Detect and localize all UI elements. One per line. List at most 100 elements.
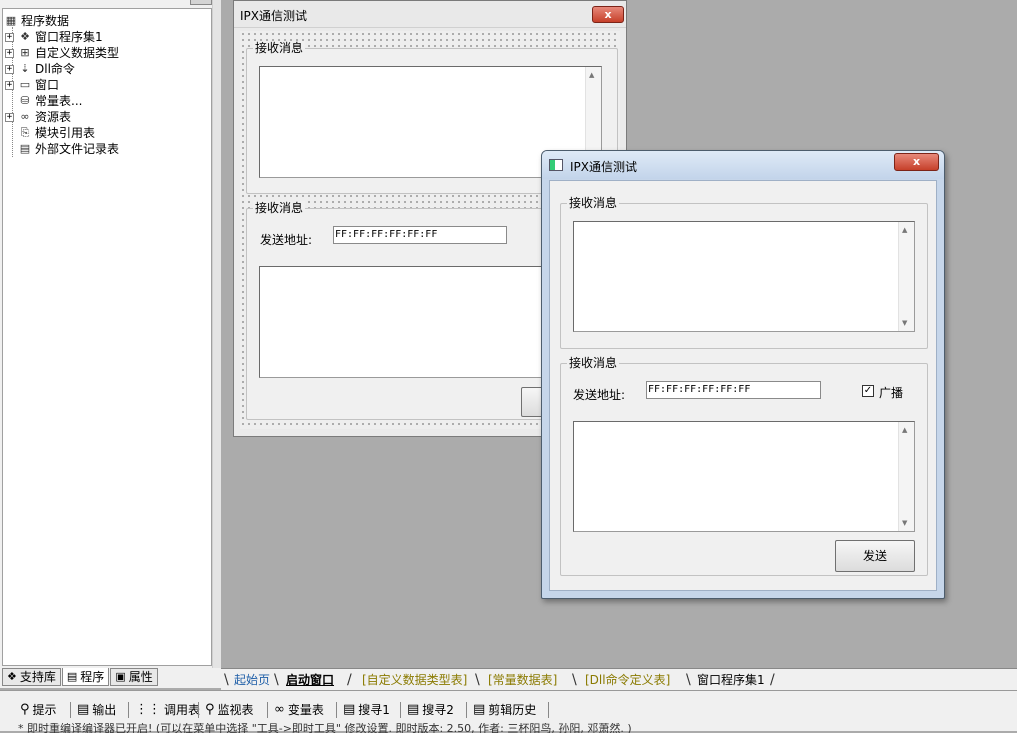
ipx-test-window[interactable]: IPX通信测试 x 接收消息 ▲ ▼ 接收消息 发送地址: FF:FF:FF:F… — [541, 150, 945, 599]
broadcast-checkbox[interactable]: ✓ — [862, 385, 874, 397]
button-label: 搜寻1 — [358, 703, 390, 717]
design-title: IPX通信测试 — [240, 9, 307, 23]
scroll-up-icon[interactable]: ▲ — [902, 226, 907, 234]
scroll-down-icon[interactable]: ▼ — [902, 519, 907, 527]
toolbar-separator — [198, 702, 199, 718]
scrollbar[interactable]: ▲ ▼ — [898, 222, 914, 331]
tab-separator: / — [347, 672, 352, 688]
tab-separator: \ — [686, 672, 691, 688]
panel-scrollbar[interactable] — [212, 0, 221, 668]
expand-icon[interactable]: + — [5, 48, 14, 58]
status-message: * 即时重编译编译器已开启! (可以在菜单中选择 "工具->即时工具" 修改设置… — [18, 723, 632, 733]
toolbar-separator — [466, 702, 467, 718]
send-group-label: 接收消息 — [567, 356, 620, 370]
receive-textarea[interactable]: ▲ ▼ — [573, 221, 915, 332]
tab-separator: \ — [572, 672, 577, 688]
address-input[interactable]: FF:FF:FF:FF:FF:FF — [333, 226, 507, 244]
close-icon[interactable]: x — [894, 153, 939, 171]
toolbar-separator — [267, 702, 268, 718]
scroll-up-icon[interactable]: ▲ — [589, 71, 594, 79]
property-icon: ▣ — [115, 670, 126, 683]
tab-custom-types[interactable]: [自定义数据类型表] — [362, 671, 467, 689]
panel-close-button[interactable] — [190, 0, 212, 5]
program-icon: ▤ — [66, 669, 78, 683]
variable-icon: ∞ — [274, 702, 285, 717]
button-label: 搜寻2 — [422, 703, 454, 717]
panel-tabs: ❖ 支持库 ▤ 程序 ▣ 属性 — [0, 668, 221, 688]
tab-separator: / — [770, 672, 775, 688]
window-icon: ▭ — [19, 78, 31, 91]
call-table-icon: ⋮⋮ — [135, 702, 161, 717]
button-label: 剪辑历史 — [488, 703, 537, 717]
tab-constants[interactable]: [常量数据表] — [488, 671, 557, 689]
tree-item[interactable]: ▤ 外部文件记录表 — [5, 141, 119, 157]
button-label: 调用表 — [164, 703, 201, 717]
tree-item[interactable]: + ⊞ 自定义数据类型 — [5, 45, 119, 61]
scroll-down-icon[interactable]: ▼ — [902, 319, 907, 327]
tab-label: 程序 — [80, 669, 105, 684]
tree-item[interactable]: + ▭ 窗口 — [5, 77, 59, 93]
tab-startup-window[interactable]: 启动窗口 — [286, 671, 334, 689]
address-label: 发送地址: — [573, 388, 626, 402]
hint-button[interactable]: ⚲ 提示 — [20, 700, 57, 720]
expand-icon[interactable]: + — [5, 80, 14, 90]
tree-item-label: 资源表 — [35, 110, 72, 124]
app-icon — [549, 159, 563, 171]
output-button[interactable]: ▤ 输出 — [77, 700, 116, 720]
expand-icon[interactable]: + — [5, 112, 14, 122]
scroll-up-icon[interactable]: ▲ — [902, 426, 907, 434]
tree-item-label: 程序数据 — [21, 14, 70, 28]
search2-icon: ▤ — [407, 702, 420, 717]
tab-window-assembly[interactable]: 窗口程序集1 — [697, 671, 765, 689]
watch-button[interactable]: ⚲ 监视表 — [205, 700, 254, 720]
tab-label: 属性 — [128, 670, 153, 684]
expand-icon[interactable]: + — [5, 32, 14, 42]
send-textarea[interactable]: ▲ ▼ — [573, 421, 915, 532]
button-label: 变量表 — [287, 703, 324, 717]
module-icon: ⎘ — [20, 126, 30, 139]
hint-icon: ⚲ — [20, 702, 30, 717]
layers-icon: ❖ — [20, 30, 30, 43]
button-label: 输出 — [92, 703, 117, 717]
send-button[interactable]: 发送 — [835, 540, 915, 572]
tree-item-label: 窗口 — [35, 78, 60, 92]
search1-button[interactable]: ▤ 搜寻1 — [343, 700, 390, 720]
tree-item[interactable]: + ∞ 资源表 — [5, 109, 71, 125]
close-icon[interactable]: x — [592, 6, 624, 23]
receive-group-label: 接收消息 — [567, 196, 620, 210]
tree-item-label: Dll命令 — [35, 62, 75, 76]
address-input[interactable]: FF:FF:FF:FF:FF:FF — [646, 381, 821, 399]
tree-item[interactable]: ⛁ 常量表... — [5, 93, 82, 109]
receive-group: 接收消息 ▲ ▼ — [560, 196, 928, 349]
tab-support-library[interactable]: ❖ 支持库 — [2, 668, 61, 686]
tab-label: 支持库 — [19, 670, 56, 684]
watch-icon: ⚲ — [205, 702, 215, 717]
tab-property[interactable]: ▣ 属性 — [110, 668, 158, 686]
database-icon: ▦ — [5, 14, 17, 27]
toolbar-separator — [548, 702, 549, 718]
tree-item[interactable]: + ❖ 窗口程序集1 — [5, 29, 103, 45]
tab-separator: \ — [224, 672, 229, 688]
tree-item[interactable]: + ⇣ Dll命令 — [5, 61, 75, 77]
receive-group-label: 接收消息 — [253, 41, 306, 55]
tab-separator: \ — [274, 672, 279, 688]
tab-start-page[interactable]: 起始页 — [234, 671, 270, 689]
constant-icon: ⛁ — [20, 94, 30, 107]
clipboard-history-button[interactable]: ▤ 剪辑历史 — [473, 700, 536, 720]
broadcast-label: 广播 — [879, 386, 904, 400]
tree-item[interactable]: ▦ 程序数据 — [3, 13, 69, 29]
call-table-button[interactable]: ⋮⋮ 调用表 — [135, 700, 200, 720]
search2-button[interactable]: ▤ 搜寻2 — [407, 700, 454, 720]
tab-dll-commands[interactable]: [Dll命令定义表] — [585, 671, 670, 689]
document-tabs: \ 起始页 \ 启动窗口 / [自定义数据类型表] \ [常量数据表] \ [D… — [221, 668, 1017, 690]
expand-icon[interactable]: + — [5, 64, 14, 74]
design-titlebar[interactable]: IPX通信测试 x — [234, 1, 626, 28]
scrollbar[interactable]: ▲ ▼ — [898, 422, 914, 531]
send-group-label: 接收消息 — [253, 201, 306, 215]
window-titlebar[interactable]: IPX通信测试 x — [542, 151, 944, 179]
search1-icon: ▤ — [343, 702, 356, 717]
tab-program[interactable]: ▤ 程序 — [61, 668, 110, 686]
variable-button[interactable]: ∞ 变量表 — [274, 700, 324, 720]
resource-icon: ∞ — [20, 110, 30, 123]
tree-item[interactable]: ⎘ 模块引用表 — [5, 125, 95, 141]
